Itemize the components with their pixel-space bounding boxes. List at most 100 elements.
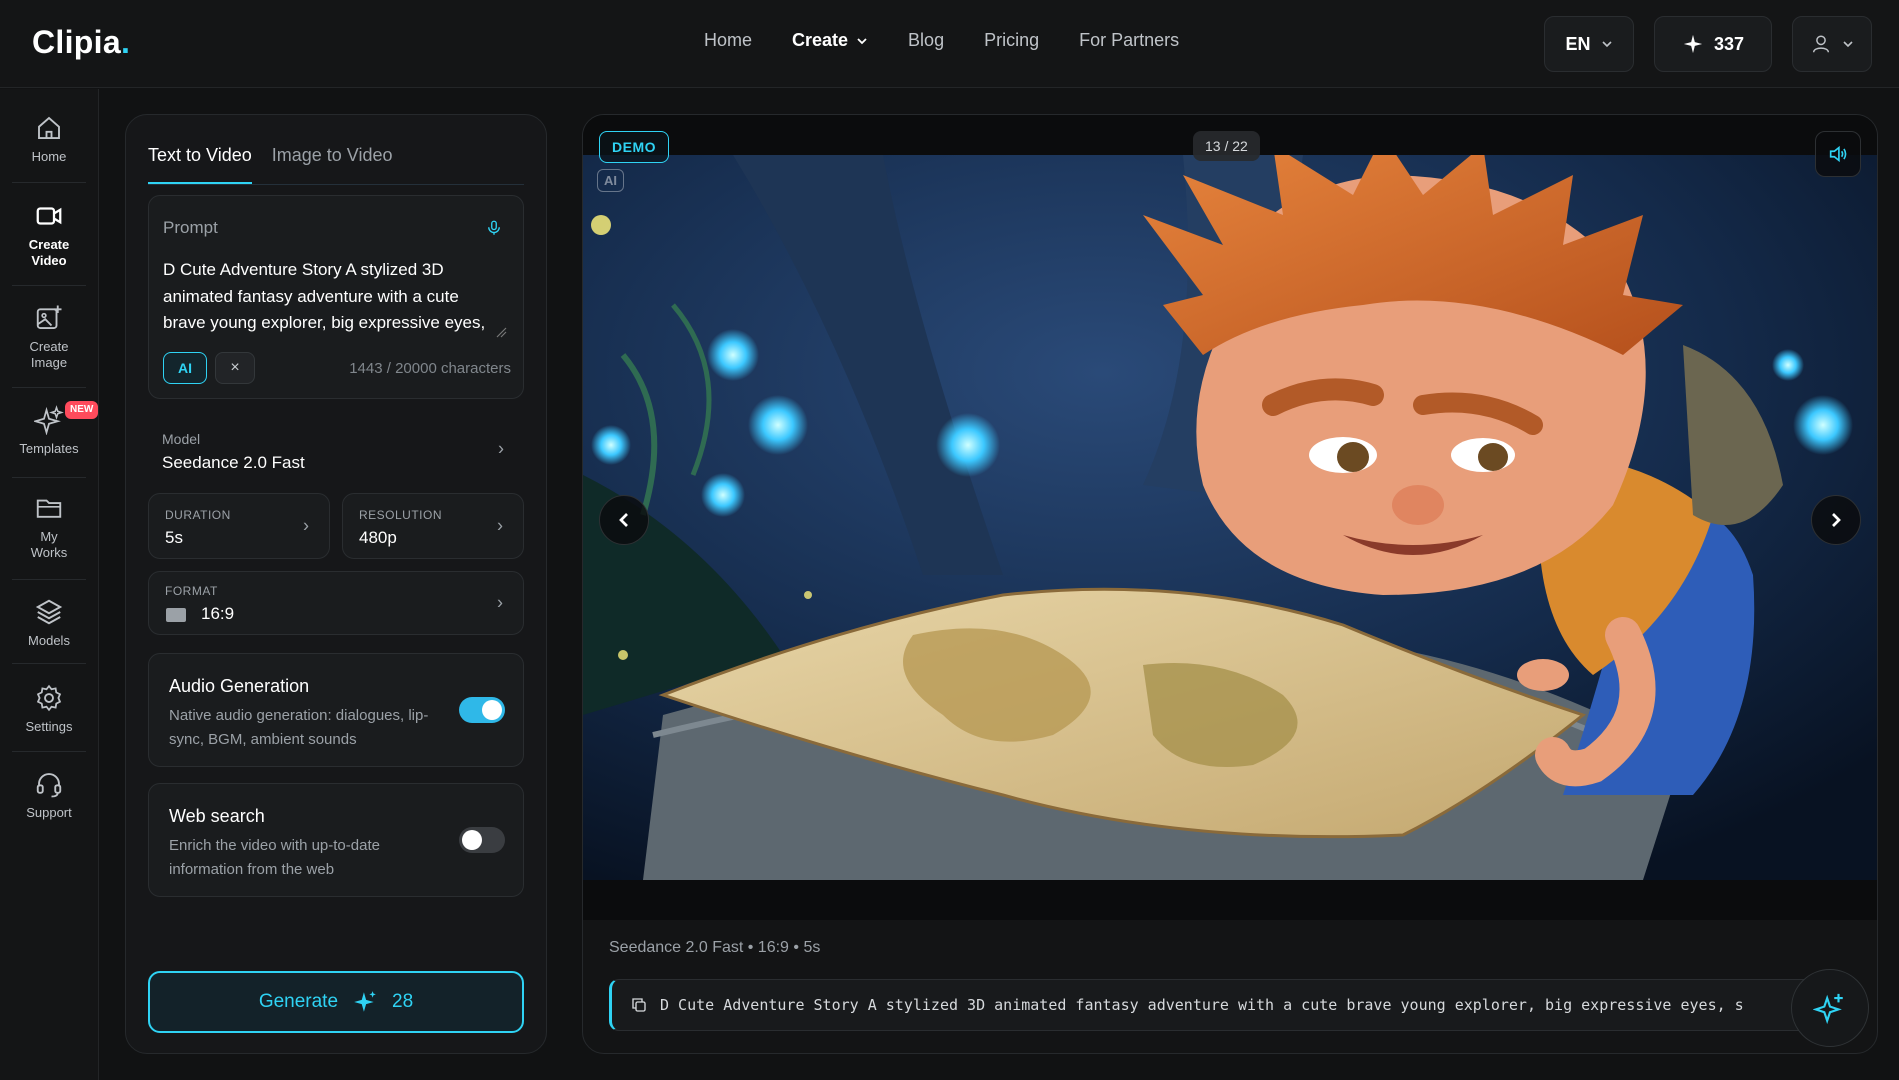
divider [12,751,86,752]
create-panel: Text to Video Image to Video Prompt D Cu… [125,114,547,1054]
home-icon [38,116,60,139]
sidebar-item-label: Create Video [28,237,70,268]
app-logo[interactable]: Clipia. [32,24,130,61]
nav-pricing[interactable]: Pricing [984,30,1039,51]
web-search-toggle[interactable] [459,827,505,853]
tab-text-to-video[interactable]: Text to Video [148,145,252,184]
audio-generation-title: Audio Generation [169,676,310,696]
video-meta: Seedance 2.0 Fast • 16:9 • 5s [609,939,821,956]
previous-slide-button[interactable] [599,495,649,545]
divider [12,477,86,478]
sidebar-item-label: Home [31,149,67,164]
generate-button[interactable]: Generate 28 [148,971,524,1033]
model-label: Model [162,431,201,447]
demo-video-frame[interactable] [583,155,1878,880]
model-value: Seedance 2.0 Fast [162,453,305,472]
chevron-down-icon [1843,41,1853,48]
audio-generation-description: Native audio generation: dialogues, lip-… [169,707,429,748]
mode-tabs: Text to Video Image to Video [148,145,524,185]
chevron-right-icon [1832,513,1841,527]
sidebar-item-my-works[interactable]: My Works [10,493,88,561]
aspect-ratio-icon [166,608,186,622]
microphone-icon[interactable] [485,218,503,238]
prompt-label: Prompt [163,218,218,237]
letterbox-bottom [583,880,1877,920]
ai-assistant-button[interactable] [1791,969,1869,1047]
chevron-right-icon: › [303,515,309,536]
nav-create[interactable]: Create [792,30,868,51]
chevron-right-icon: › [498,438,504,459]
duration-value: 5s [165,528,183,547]
sparkle-icon [1683,34,1703,54]
format-value: 16:9 [201,604,235,623]
sound-toggle-button[interactable] [1815,131,1861,177]
language-label: EN [1565,33,1591,54]
prompt-preview[interactable]: D Cute Adventure Story A stylized 3D ani… [609,979,1859,1031]
speaker-icon [1829,145,1847,163]
chevron-down-icon [857,37,867,44]
web-search-title: Web search [169,806,265,826]
language-selector[interactable]: EN [1544,16,1634,72]
user-icon [1812,35,1830,53]
sidebar-item-home[interactable]: Home [10,113,88,165]
nav-blog[interactable]: Blog [908,30,944,51]
divider [12,387,86,388]
sidebar-item-label: My Works [30,529,68,560]
model-selector[interactable]: Model Seedance 2.0 Fast › [148,413,524,485]
nav-create-label: Create [792,30,849,50]
nav-for-partners[interactable]: For Partners [1079,30,1179,51]
toggle-knob [462,830,482,850]
nav-home[interactable]: Home [704,30,752,51]
chevron-right-icon: › [497,515,503,536]
resolution-value: 480p [359,528,397,547]
ai-enhance-button[interactable]: AI [163,352,207,384]
sidebar-item-label: Create Image [29,339,69,370]
prompt-preview-text: D Cute Adventure Story A stylized 3D ani… [660,996,1744,1014]
sidebar-item-support[interactable]: Support [10,769,88,821]
headset-icon [36,773,62,798]
divider [12,285,86,286]
video-viewer: AI DEMO 13 / 22 Seedance 2.0 Fast • 16:9… [582,114,1878,1054]
top-bar: Clipia. Home Create Blog Pricing For Par… [0,0,1899,88]
chevron-down-icon [1601,41,1612,48]
sidebar-item-settings[interactable]: Settings [10,683,88,735]
generate-label: Generate [258,991,339,1012]
gear-icon [36,684,62,712]
clear-prompt-button[interactable]: × [215,352,255,384]
divider [12,182,86,183]
demo-badge: DEMO [599,131,669,163]
video-camera-icon [36,207,62,225]
duration-label: DURATION [165,508,231,522]
main-nav: Home Create Blog Pricing For Partners [704,30,1179,51]
sidebar-item-models[interactable]: Models [10,597,88,649]
sparkle-icon [354,991,376,1012]
divider [12,579,86,580]
duration-selector[interactable]: DURATION 5s › [148,493,330,559]
resize-handle-icon[interactable] [495,326,507,338]
audio-generation-card: Audio Generation Native audio generation… [148,653,524,767]
prompt-textarea[interactable]: D Cute Adventure Story A stylized 3D ani… [163,257,503,337]
generate-cost: 28 [392,991,414,1012]
copy-icon[interactable] [630,996,648,1014]
sidebar-item-create-image[interactable]: Create Image [10,303,88,371]
audio-generation-toggle[interactable] [459,697,505,723]
sidebar-item-create-video[interactable]: Create Video [10,201,88,269]
tab-image-to-video[interactable]: Image to Video [272,145,393,184]
slide-counter: 13 / 22 [1193,131,1260,161]
prompt-card: Prompt D Cute Adventure Story A stylized… [148,195,524,399]
new-badge: NEW [65,401,99,419]
sidebar-item-label: Settings [25,719,73,734]
character-count: 1443 / 20000 characters [349,360,511,377]
toggle-knob [482,700,502,720]
format-label: FORMAT [165,584,218,598]
sidebar-item-templates[interactable]: NEW Templates [10,401,99,457]
resolution-selector[interactable]: RESOLUTION 480p › [342,493,524,559]
format-selector[interactable]: FORMAT 16:9 › [148,571,524,635]
divider [12,663,86,664]
chevron-left-icon [619,513,628,527]
credits-button[interactable]: 337 [1654,16,1772,72]
user-menu[interactable] [1792,16,1872,72]
next-slide-button[interactable] [1811,495,1861,545]
ai-watermark: AI [597,169,624,192]
sparkle-icon [1813,993,1843,1025]
